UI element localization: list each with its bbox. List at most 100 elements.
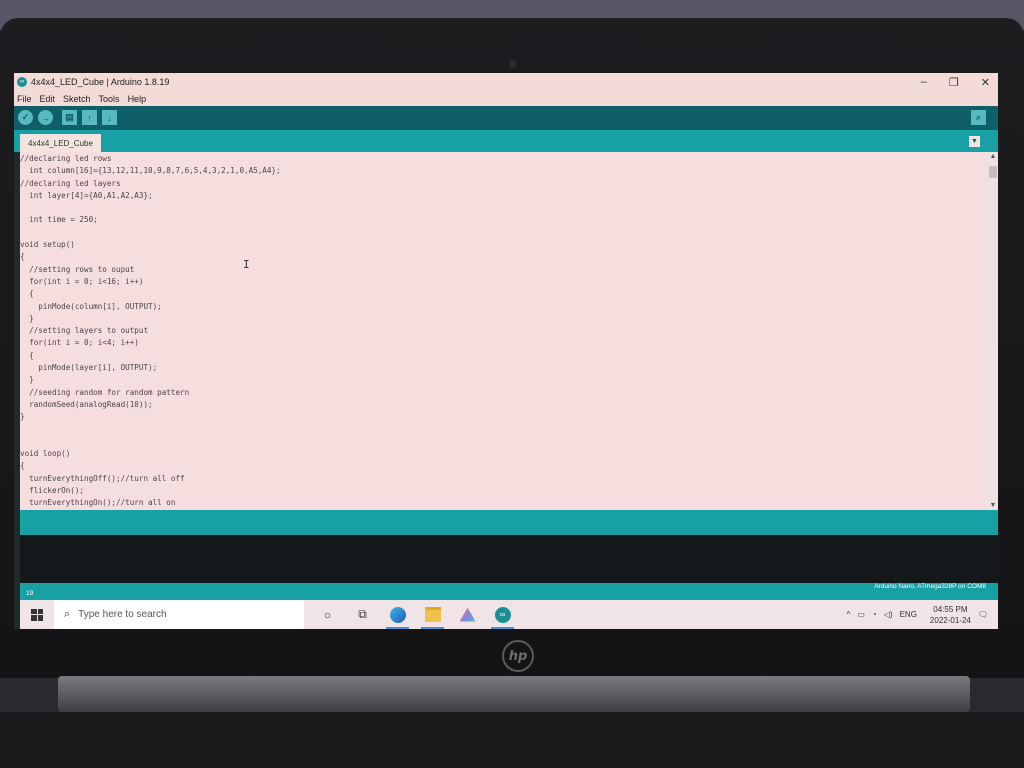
system-tray: ^ ▭ ◔ ◁) ENG 04:55 PM 2022-01-24 🗨 (847, 604, 998, 626)
clock[interactable]: 04:55 PM 2022-01-24 (930, 604, 971, 626)
code-line: turnEverythingOff();//turn all off (20, 473, 185, 483)
edge-icon (389, 606, 406, 623)
code-line: for(int i = 0; i<4; i++) (20, 338, 139, 348)
tab-menu-button[interactable]: ▼ (969, 136, 980, 147)
taskbar-apps: ○ ⧉ ∞ (310, 600, 520, 629)
search-icon: ⌕ (64, 608, 71, 620)
message-area (20, 510, 998, 535)
code-lines: //declaring led rows int column[16]={13,… (20, 154, 980, 510)
code-line: { (20, 350, 34, 360)
code-line: { (20, 289, 34, 299)
scroll-down-icon[interactable]: ▼ (988, 502, 998, 509)
code-line: flickerOn(); (20, 486, 85, 496)
code-line: //declaring led layers (20, 178, 121, 188)
app-triangle-icon (459, 607, 476, 622)
task-view-icon: ⧉ (358, 607, 367, 621)
code-line: int column[16]={13,12,11,10,9,8,7,6,5,4,… (20, 166, 281, 176)
keyboard (0, 712, 1024, 768)
menu-help[interactable]: Help (128, 94, 147, 104)
open-button[interactable]: ↑ (82, 110, 97, 125)
check-icon: ✓ (21, 112, 30, 122)
menu-bar: File Edit Sketch Tools Help (14, 91, 998, 106)
notification-icon[interactable]: 🗨 (978, 610, 988, 619)
arduino-app-icon: ∞ (17, 77, 27, 87)
menu-tools[interactable]: Tools (99, 94, 120, 104)
arrow-right-icon: → (41, 112, 50, 123)
serial-monitor-button[interactable]: ⌕ (971, 110, 986, 125)
new-file-icon: ▤ (65, 112, 74, 122)
code-line: } (20, 375, 34, 385)
new-button[interactable]: ▤ (62, 110, 77, 125)
vertical-scrollbar[interactable]: ▲ ▼ (988, 152, 998, 510)
code-line: } (20, 313, 34, 323)
code-line: turnEverythingOn();//turn all on (20, 498, 176, 508)
file-explorer-button[interactable] (415, 600, 450, 629)
edge-button[interactable] (380, 600, 415, 629)
code-line: //seeding random for random pattern (20, 387, 190, 397)
code-line: randomSeed(analogRead(10)); (20, 399, 153, 409)
code-line: pinMode(column[i], OUTPUT); (20, 301, 162, 311)
scroll-up-icon[interactable]: ▲ (988, 153, 998, 160)
folder-icon (424, 607, 441, 622)
task-view-button[interactable]: ⧉ (345, 600, 380, 629)
search-placeholder: Type here to search (78, 609, 167, 620)
laptop-hinge (58, 676, 970, 712)
status-bar: 19 Arduino Nano, ATmega328P on COM8 (20, 583, 998, 600)
code-editor[interactable]: //declaring led rows int column[16]={13,… (20, 152, 988, 510)
scroll-thumb[interactable] (989, 166, 997, 178)
screen: ∞ 4x4x4_LED_Cube | Arduino 1.8.19 – ❐ ✕ … (14, 73, 998, 629)
arrow-down-icon: ↓ (107, 112, 112, 123)
menu-edit[interactable]: Edit (40, 94, 56, 104)
language-indicator[interactable]: ENG (900, 610, 917, 619)
close-icon[interactable]: ✕ (981, 76, 990, 89)
menu-file[interactable]: File (17, 94, 32, 104)
code-line: for(int i = 0; i<16; i++) (20, 276, 144, 286)
verify-button[interactable]: ✓ (18, 110, 33, 125)
code-line: { (20, 252, 25, 262)
volume-icon[interactable]: ◁) (884, 610, 893, 619)
battery-icon[interactable]: ▭ (857, 610, 865, 619)
windows-icon (31, 608, 43, 621)
code-line: void setup() (20, 240, 75, 250)
tab-sketch[interactable]: 4x4x4_LED_Cube (20, 134, 101, 152)
toolbar: ✓ → ▤ ↑ ↓ ⌕ (14, 106, 998, 130)
taskbar-search[interactable]: ⌕ Type here to search (54, 600, 304, 629)
code-line: void loop() (20, 449, 71, 459)
arduino-icon: ∞ (494, 606, 511, 623)
arrow-up-icon: ↑ (87, 112, 92, 123)
circle-icon: ○ (323, 607, 332, 622)
menu-sketch[interactable]: Sketch (63, 94, 91, 104)
arduino-taskbar-button[interactable]: ∞ (485, 600, 520, 629)
console-output (20, 535, 998, 583)
clock-date: 2022-01-24 (929, 615, 971, 625)
webcam (509, 60, 517, 68)
chevron-up-icon[interactable]: ^ (847, 610, 851, 619)
text-cursor-icon: I (243, 258, 250, 271)
clock-time: 04:55 PM (933, 604, 968, 614)
app-button[interactable] (450, 600, 485, 629)
restore-icon[interactable]: ❐ (949, 76, 959, 89)
minimize-icon[interactable]: – (921, 76, 927, 88)
cortana-button[interactable]: ○ (310, 600, 345, 629)
wifi-icon[interactable]: ◔ (872, 610, 877, 619)
board-info: Arduino Nano, ATmega328P on COM8 (874, 583, 986, 590)
magnifier-icon: ⌕ (975, 112, 982, 122)
code-line: //setting rows to ouput (20, 264, 135, 274)
window-controls: – ❐ ✕ (921, 73, 990, 91)
code-line: pinMode(layer[i], OUTPUT); (20, 363, 158, 373)
code-line: { (20, 461, 25, 471)
title-bar: ∞ 4x4x4_LED_Cube | Arduino 1.8.19 – ❐ ✕ (14, 73, 998, 91)
tab-bar: 4x4x4_LED_Cube ▼ (14, 130, 998, 152)
window-title: 4x4x4_LED_Cube | Arduino 1.8.19 (31, 77, 170, 87)
taskbar: ⌕ Type here to search ○ ⧉ ∞ ^ ▭ ◔ ◁) ENG… (20, 600, 998, 629)
chevron-down-icon: ▼ (971, 138, 978, 145)
code-line: //declaring led rows (20, 154, 112, 163)
hp-logo: hp (502, 640, 534, 672)
start-button[interactable] (20, 600, 54, 629)
upload-button[interactable]: → (38, 110, 53, 125)
save-button[interactable]: ↓ (102, 110, 117, 125)
